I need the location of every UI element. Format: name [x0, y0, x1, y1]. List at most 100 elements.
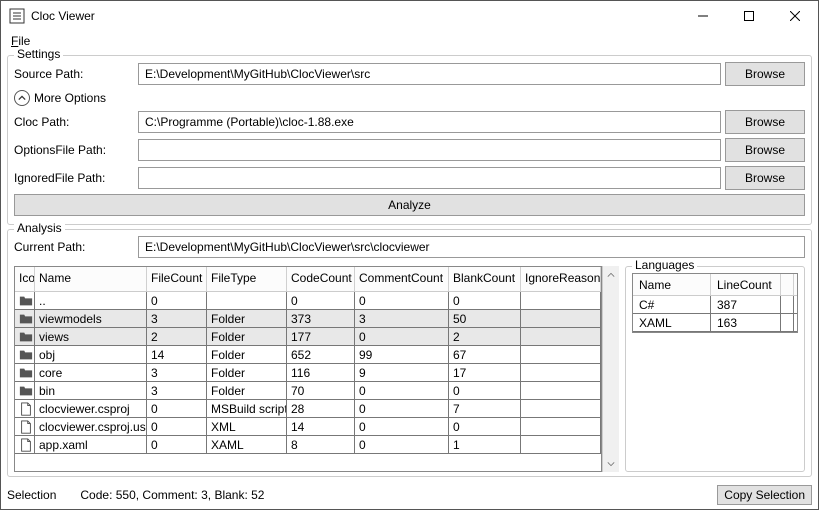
current-path-label: Current Path: [14, 240, 134, 254]
cell-blankcount: 67 [449, 346, 521, 363]
file-icon [19, 437, 33, 453]
settings-group: Settings Source Path: Browse More Option… [7, 55, 812, 225]
ignoredfile-path-input[interactable] [138, 167, 721, 189]
cell-filecount: 2 [147, 328, 207, 345]
cell-blankcount: 2 [449, 328, 521, 345]
col-name[interactable]: Name [35, 267, 147, 291]
grid-scrollbar[interactable] [602, 266, 619, 472]
folder-icon [19, 311, 33, 327]
scroll-up-icon[interactable] [603, 266, 619, 283]
cell-commentcount: 0 [355, 292, 449, 309]
table-row[interactable]: core3Folder116917 [15, 364, 601, 382]
col-filetype[interactable]: FileType [207, 267, 287, 291]
analyze-button[interactable]: Analyze [14, 194, 805, 216]
cell-commentcount: 9 [355, 364, 449, 381]
current-path-input[interactable] [138, 236, 805, 258]
cell-blankcount: 17 [449, 364, 521, 381]
close-button[interactable] [772, 1, 818, 31]
folder-icon [19, 329, 33, 345]
languages-grid[interactable]: Name LineCount C#387XAML163 [632, 273, 798, 333]
table-row[interactable]: clocviewer.csproj0MSBuild script2807 [15, 400, 601, 418]
files-grid[interactable]: Ico Name FileCount FileType CodeCount Co… [14, 266, 602, 472]
cell-filecount: 3 [147, 310, 207, 327]
cell-filetype: MSBuild script [207, 400, 287, 417]
title-bar: Cloc Viewer [1, 1, 818, 31]
lang-linecount: 387 [711, 296, 781, 313]
window-title: Cloc Viewer [31, 9, 680, 23]
col-blankcount[interactable]: BlankCount [449, 267, 521, 291]
table-row[interactable]: bin3Folder7000 [15, 382, 601, 400]
copy-selection-button[interactable]: Copy Selection [717, 485, 812, 505]
settings-legend: Settings [14, 47, 63, 61]
cell-filetype: Folder [207, 364, 287, 381]
col-icon[interactable]: Ico [15, 267, 35, 291]
lang-col-name[interactable]: Name [633, 274, 711, 295]
minimize-button[interactable] [680, 1, 726, 31]
browse-source-button[interactable]: Browse [725, 62, 805, 86]
table-row[interactable]: app.xaml0XAML801 [15, 436, 601, 454]
file-icon [19, 401, 33, 417]
cell-ignorereason [521, 382, 601, 399]
cell-codecount: 8 [287, 436, 355, 453]
cell-filetype: Folder [207, 328, 287, 345]
maximize-button[interactable] [726, 1, 772, 31]
folder-icon [19, 293, 33, 309]
cell-blankcount: 0 [449, 292, 521, 309]
cell-filetype: Folder [207, 382, 287, 399]
cell-filetype: Folder [207, 310, 287, 327]
cell-codecount: 70 [287, 382, 355, 399]
cell-filecount: 0 [147, 400, 207, 417]
cell-ignorereason [521, 400, 601, 417]
table-row[interactable]: views2Folder17702 [15, 328, 601, 346]
cell-name: clocviewer.csproj.us [35, 418, 147, 435]
more-options-toggle[interactable]: More Options [14, 90, 805, 106]
languages-group: Languages Name LineCount C#387XAML163 [625, 266, 805, 472]
cell-filecount: 0 [147, 418, 207, 435]
folder-icon [19, 383, 33, 399]
lang-col-linecount[interactable]: LineCount [711, 274, 781, 295]
table-row[interactable]: ..0000 [15, 292, 601, 310]
browse-ignored-button[interactable]: Browse [725, 166, 805, 190]
cloc-path-input[interactable] [138, 111, 721, 133]
cell-codecount: 116 [287, 364, 355, 381]
cell-blankcount: 1 [449, 436, 521, 453]
cell-codecount: 28 [287, 400, 355, 417]
col-commentcount[interactable]: CommentCount [355, 267, 449, 291]
selection-label: Selection [7, 488, 56, 502]
source-path-input[interactable] [138, 63, 721, 85]
chevron-up-icon [14, 90, 30, 106]
browse-cloc-button[interactable]: Browse [725, 110, 805, 134]
col-filecount[interactable]: FileCount [147, 267, 207, 291]
cell-name: bin [35, 382, 147, 399]
source-path-label: Source Path: [14, 67, 134, 81]
cell-codecount: 373 [287, 310, 355, 327]
selection-summary: Code: 550, Comment: 3, Blank: 52 [80, 488, 264, 502]
col-codecount[interactable]: CodeCount [287, 267, 355, 291]
optionsfile-path-input[interactable] [138, 139, 721, 161]
cell-blankcount: 7 [449, 400, 521, 417]
cell-codecount: 652 [287, 346, 355, 363]
cell-ignorereason [521, 436, 601, 453]
cell-ignorereason [521, 328, 601, 345]
scroll-down-icon[interactable] [603, 455, 619, 472]
table-row[interactable]: viewmodels3Folder373350 [15, 310, 601, 328]
cell-name: clocviewer.csproj [35, 400, 147, 417]
cell-name: viewmodels [35, 310, 147, 327]
cell-blankcount: 50 [449, 310, 521, 327]
col-ignorereason[interactable]: IgnoreReason [521, 267, 601, 291]
lang-name: C# [633, 296, 711, 313]
lang-row[interactable]: C#387 [633, 296, 797, 314]
cell-ignorereason [521, 292, 601, 309]
ignoredfile-path-label: IgnoredFile Path: [14, 171, 134, 185]
cell-ignorereason [521, 364, 601, 381]
lang-row[interactable]: XAML163 [633, 314, 797, 332]
table-row[interactable]: clocviewer.csproj.us0XML1400 [15, 418, 601, 436]
cell-commentcount: 0 [355, 436, 449, 453]
cell-ignorereason [521, 346, 601, 363]
browse-options-button[interactable]: Browse [725, 138, 805, 162]
analysis-group: Analysis Current Path: Ico Name FileCoun… [7, 229, 812, 477]
table-row[interactable]: obj14Folder6529967 [15, 346, 601, 364]
cell-filetype: XML [207, 418, 287, 435]
menu-bar: File [1, 31, 818, 51]
analysis-legend: Analysis [14, 221, 65, 235]
